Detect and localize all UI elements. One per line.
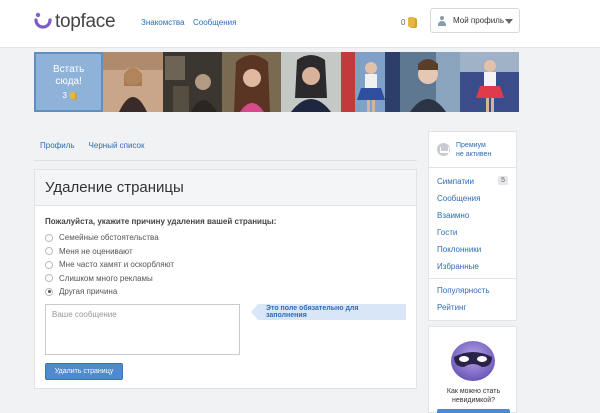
coin-icon xyxy=(69,92,75,99)
user-photo-7-image xyxy=(459,52,519,112)
user-photo-4[interactable] xyxy=(281,52,341,112)
promo-price-value: 3 xyxy=(62,91,67,100)
premium-status[interactable]: Премиум не активен xyxy=(429,132,516,168)
my-profile-label: Мой профиль xyxy=(453,16,505,25)
logo-icon xyxy=(34,12,52,29)
tab-profile[interactable]: Профиль xyxy=(40,141,75,150)
user-photo-1-image xyxy=(103,52,163,112)
reason-option-family[interactable]: Семейные обстоятельства xyxy=(45,231,406,245)
reason-option-ads[interactable]: Слишком много рекламы xyxy=(45,272,406,286)
user-photo-6[interactable] xyxy=(400,52,460,112)
radio-button[interactable] xyxy=(45,233,53,242)
reason-option-not-rated[interactable]: Меня не оценивают xyxy=(45,245,406,259)
sidebar-item-label: Сообщения xyxy=(437,194,481,203)
reason-option-label: Другая причина xyxy=(59,287,118,297)
user-photo-5[interactable] xyxy=(340,52,401,112)
nav-messages-link[interactable]: Сообщения xyxy=(193,18,236,27)
sidebar-item-label: Рейтинг xyxy=(437,303,467,312)
user-photo-3[interactable] xyxy=(222,52,282,112)
sidebar-item-messages[interactable]: Сообщения xyxy=(429,190,516,207)
radio-button[interactable] xyxy=(45,247,53,256)
sidebar-item-guests[interactable]: Гости xyxy=(429,224,516,241)
stand-here-promo[interactable]: Встать сюда! 3 xyxy=(34,52,112,112)
premium-text: Премиум не активен xyxy=(456,141,491,159)
sidebar-item-rating[interactable]: Рейтинг xyxy=(429,299,516,316)
invisible-promo[interactable]: Как можно стать невидимкой? xyxy=(428,326,517,413)
photo-strip: Встать сюда! 3 xyxy=(34,52,519,112)
top-header: topface Знакомства Сообщения 0 Мой профи… xyxy=(0,0,600,48)
reason-option-label: Семейные обстоятельства xyxy=(59,233,159,243)
message-textarea[interactable]: Ваше сообщение xyxy=(45,303,240,355)
sidebar: Премиум не активен Симпатии 5 Сообщения … xyxy=(428,131,517,321)
invisible-question: Как можно стать невидимкой? xyxy=(446,388,501,404)
message-row: Ваше сообщение Это поле обязательно для … xyxy=(45,303,406,356)
required-field-hint: Это поле обязательно для заполнения xyxy=(251,303,406,320)
promo-price: 3 xyxy=(62,91,75,100)
sidebar-item-label: Взаимно xyxy=(437,211,470,220)
sidebar-item-favorites[interactable]: Избранные xyxy=(429,258,516,275)
user-icon xyxy=(437,15,447,26)
sidebar-item-label: Популярность xyxy=(437,286,490,295)
reason-option-label: Меня не оценивают xyxy=(59,246,133,256)
sidebar-item-label: Гости xyxy=(437,228,458,237)
premium-status-label: не активен xyxy=(456,150,492,158)
reason-option-rude[interactable]: Мне часто хамят и оскорбляют xyxy=(45,258,406,272)
coins-count: 0 xyxy=(401,17,406,27)
sidebar-item-label: Поклонники xyxy=(437,245,482,254)
logo-text: topface xyxy=(55,11,116,32)
page-title: Удаление страницы xyxy=(45,179,184,196)
radio-button[interactable] xyxy=(45,260,53,269)
user-photo-2[interactable] xyxy=(162,52,223,112)
divider xyxy=(429,278,516,279)
card-body: Пожалуйста, укажите причину удаления ваш… xyxy=(35,206,416,367)
sidebar-item-mutual[interactable]: Взаимно xyxy=(429,207,516,224)
nav-dating-link[interactable]: Знакомства xyxy=(141,18,185,27)
delete-page-button[interactable]: Удалить страницу xyxy=(45,363,123,380)
invisible-mask-icon xyxy=(451,341,495,381)
chevron-down-icon xyxy=(505,19,513,24)
sidebar-item-popularity[interactable]: Популярность xyxy=(429,282,516,299)
tab-blacklist[interactable]: Черный список xyxy=(89,141,145,150)
reason-option-label: Слишком много рекламы xyxy=(59,273,153,283)
sidebar-item-label: Симпатии xyxy=(437,177,474,186)
user-photo-7[interactable] xyxy=(459,52,519,112)
user-photo-2-image xyxy=(162,52,223,112)
topface-logo[interactable]: topface xyxy=(34,11,116,33)
count-badge: 5 xyxy=(498,176,508,185)
reason-option-label: Мне часто хамят и оскорбляют xyxy=(59,260,175,270)
card-header: Удаление страницы xyxy=(35,170,416,206)
sidebar-item-fans[interactable]: Поклонники xyxy=(429,241,516,258)
main-content: Профиль Черный список Удаление страницы … xyxy=(34,131,417,389)
delete-page-card: Удаление страницы Пожалуйста, укажите пр… xyxy=(34,169,417,389)
reason-question: Пожалуйста, укажите причину удаления ваш… xyxy=(45,217,277,226)
user-photo-1[interactable] xyxy=(103,52,163,112)
sidebar-item-label: Избранные xyxy=(437,262,479,271)
user-photo-6-image xyxy=(400,52,460,112)
premium-label: Премиум xyxy=(456,141,486,149)
radio-button[interactable] xyxy=(45,274,53,283)
coin-icon xyxy=(408,17,416,27)
reason-option-other[interactable]: Другая причина xyxy=(45,285,406,299)
user-photo-5-image xyxy=(340,52,401,112)
radio-button-selected[interactable] xyxy=(45,287,53,296)
my-profile-dropdown[interactable]: Мой профиль xyxy=(430,8,520,33)
coins-balance[interactable]: 0 xyxy=(401,17,416,27)
sidebar-menu: Симпатии 5 Сообщения Взаимно Гости Покло… xyxy=(429,168,516,316)
user-photo-4-image xyxy=(281,52,341,112)
profile-tabs: Профиль Черный список xyxy=(34,131,417,161)
user-photo-3-image xyxy=(222,52,282,112)
promo-text: Встать сюда! xyxy=(53,64,85,87)
invisible-button[interactable] xyxy=(437,409,510,413)
sidebar-item-likes[interactable]: Симпатии 5 xyxy=(429,173,516,190)
crown-icon xyxy=(437,143,450,156)
